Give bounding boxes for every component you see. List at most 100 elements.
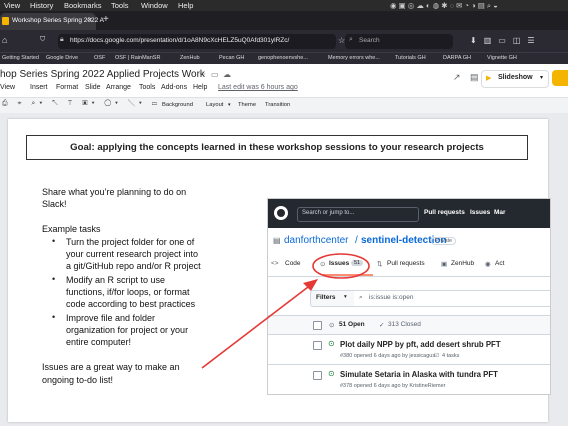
nav-issues[interactable]: Issues — [470, 209, 490, 216]
tab-code[interactable]: Code — [285, 260, 301, 267]
url-bar[interactable]: 🔒︎ https://docs.google.com/presentation/… — [58, 34, 336, 49]
browser-tab-active[interactable]: Workshop Series Spring 2022 A ✕ — [0, 13, 104, 30]
bookmark-item[interactable]: ZenHub — [180, 55, 200, 61]
issue-checkbox[interactable] — [313, 341, 322, 350]
chevron-down-icon[interactable]: ▾ — [540, 74, 543, 81]
nav-marketplace[interactable]: Mar — [494, 209, 506, 216]
bullet-icon: • — [52, 312, 56, 322]
repo-icon: ▤ — [273, 236, 281, 245]
github-search-input[interactable]: Search or jump to... — [297, 207, 419, 222]
document-title[interactable]: hop Series Spring 2022 Applied Projects … — [0, 69, 205, 80]
issues-count-badge: 51 — [351, 260, 364, 266]
open-issue-icon: ⊙ — [328, 369, 335, 378]
bookmark-item[interactable]: Pecan GH — [219, 55, 244, 61]
last-edit-link[interactable]: Last edit was 6 hours ago — [218, 84, 298, 91]
search-icon: ⌕ — [349, 36, 353, 43]
menu-history[interactable]: History — [30, 1, 53, 10]
toolbar-icons[interactable]: ⎙ ⌖ ⌕▾ ↖ ⊤ ▣▾ ◯▾ ╲▾ ▭ — [2, 100, 161, 108]
issue-title[interactable]: Plot daily NPP by pft, add desert shrub … — [340, 340, 501, 349]
pull-request-icon: ⇅ — [377, 261, 383, 268]
share-button[interactable] — [552, 70, 568, 86]
menu-window[interactable]: Window — [141, 1, 168, 10]
issue-title[interactable]: Simulate Setaria in Alaska with tundra P… — [340, 370, 498, 379]
star-icon[interactable]: ☆ — [199, 70, 206, 79]
issue-checkbox[interactable] — [313, 371, 322, 380]
menu-view[interactable]: View — [0, 84, 15, 91]
transition-button[interactable]: Transition — [265, 102, 290, 108]
bullet-icon: • — [52, 274, 56, 284]
zenhub-icon: ▣ — [441, 261, 448, 268]
issues-list-header: ⊙ 51 Open ✓ 313 Closed — [268, 315, 550, 335]
menu-arrange[interactable]: Arrange — [106, 84, 131, 91]
bullet-3-line2: organization for project or your — [66, 325, 189, 335]
bookmark-item[interactable]: DARPA GH — [443, 55, 471, 61]
bullet-2-line1: Modify an R script to use — [66, 275, 166, 285]
menu-tools[interactable]: Tools — [139, 84, 155, 91]
new-tab-icon[interactable]: + — [103, 14, 109, 25]
menu-slide[interactable]: Slide — [85, 84, 101, 91]
chevron-down-icon[interactable]: ▾ — [228, 102, 231, 108]
bookmark-item[interactable]: genophenoenvshe... — [258, 55, 308, 61]
activity-icon[interactable]: ↗ — [453, 72, 461, 83]
chevron-down-icon: ▾ — [344, 294, 347, 300]
github-screenshot: Search or jump to... Pull requests Issue… — [268, 199, 550, 394]
browser-tab-strip: Workshop Series Spring 2022 A ✕ + — [0, 11, 568, 30]
browser-toolbar-icons[interactable]: ⬇▥▭◫☰ — [470, 36, 542, 45]
search-input[interactable]: ⌕ Search — [345, 34, 453, 49]
select-all-checkbox[interactable] — [313, 321, 322, 330]
menu-view[interactable]: View — [4, 1, 20, 10]
lock-icon: 🔒︎ — [60, 36, 64, 43]
bookmark-item[interactable]: Vignette GH — [487, 55, 517, 61]
home-icon[interactable]: ⌂ — [2, 35, 7, 45]
share-text-line1: Share what you’re planning to do on — [42, 187, 187, 197]
menu-insert[interactable]: Insert — [30, 84, 48, 91]
bullet-1-line1: Turn the project folder for one of — [66, 237, 195, 247]
code-icon: <> — [271, 260, 279, 267]
menu-addons[interactable]: Add-ons — [161, 84, 187, 91]
menu-bookmarks[interactable]: Bookmarks — [64, 1, 102, 10]
open-issue-icon: ⊙ — [328, 339, 335, 348]
github-search-placeholder: Search or jump to... — [302, 210, 355, 216]
move-folder-icon[interactable]: ▭ — [211, 70, 219, 79]
os-menu-bar: View History Bookmarks Tools Window Help… — [0, 0, 568, 11]
layout-button[interactable]: Layout — [206, 102, 223, 108]
close-tab-icon[interactable]: ✕ — [87, 16, 92, 24]
repo-separator: / — [355, 235, 358, 246]
slides-favicon-icon — [2, 17, 9, 25]
menu-tools[interactable]: Tools — [111, 1, 129, 10]
theme-button[interactable]: Theme — [238, 102, 256, 108]
tab-pull-requests[interactable]: Pull requests — [387, 260, 425, 267]
filters-button[interactable]: Filters ▾ — [310, 290, 355, 307]
bookmark-item[interactable]: Memory errors whe... — [328, 55, 380, 61]
background-button[interactable]: Background — [162, 102, 193, 108]
nav-pull-requests[interactable]: Pull requests — [424, 209, 465, 216]
play-icon: ▶ — [486, 75, 492, 82]
search-icon: ⌕ — [359, 294, 363, 301]
issues-text-line2: ongoing to-do list! — [42, 375, 114, 385]
search-placeholder: Search — [359, 37, 380, 44]
bookmark-item[interactable]: Google Drive — [46, 55, 78, 61]
issue-icon: ⊙ — [320, 261, 326, 268]
bookmark-item[interactable]: Getting Started — [2, 55, 39, 61]
slideshow-button[interactable]: ▶ Slideshow ▾ — [481, 70, 549, 88]
menu-help[interactable]: Help — [178, 1, 193, 10]
issue-filter-input[interactable]: ⌕ is:issue is:open — [354, 290, 550, 307]
shield-icon[interactable]: ⛉ — [40, 36, 45, 44]
issue-row[interactable]: ⊙ Plot daily NPP by pft, add desert shru… — [268, 334, 550, 365]
menu-format[interactable]: Format — [56, 84, 78, 91]
bookmark-item[interactable]: OSF | RainManSR — [115, 55, 160, 61]
bookmark-item[interactable]: Tutorials GH — [395, 55, 426, 61]
open-count[interactable]: 51 Open — [339, 321, 365, 328]
tab-zenhub[interactable]: ZenHub — [451, 260, 474, 267]
tab-issues[interactable]: Issues — [329, 260, 349, 267]
menu-help[interactable]: Help — [193, 84, 207, 91]
issue-row[interactable]: ⊙ Simulate Setaria in Alaska with tundra… — [268, 364, 550, 394]
closed-count[interactable]: 313 Closed — [388, 321, 421, 328]
bookmark-item[interactable]: OSF — [94, 55, 105, 61]
goal-heading[interactable]: Goal: applying the concepts learned in t… — [26, 135, 528, 160]
github-logo-inner — [277, 209, 285, 217]
example-tasks-heading: Example tasks — [42, 224, 101, 234]
tab-actions[interactable]: Act — [495, 260, 504, 267]
comment-icon[interactable]: ▤ — [470, 72, 479, 83]
repo-owner-link[interactable]: danforthcenter — [284, 235, 349, 246]
